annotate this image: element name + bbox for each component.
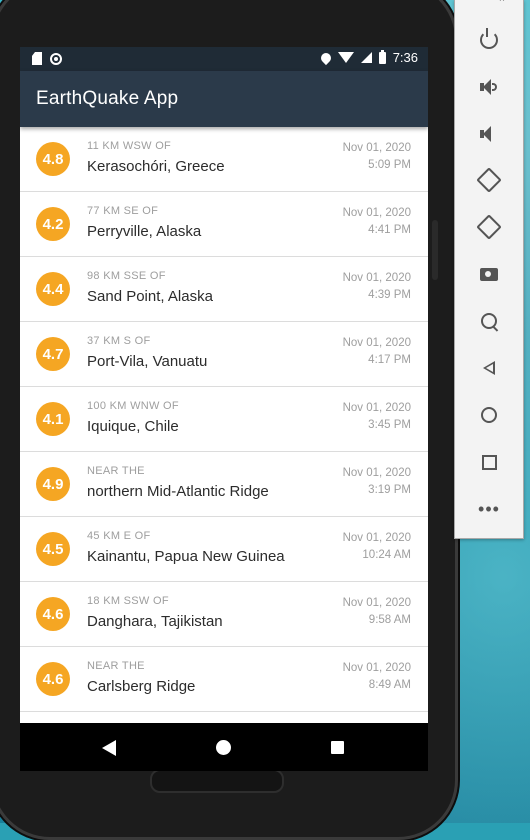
location-offset: NEAR THE bbox=[87, 660, 145, 672]
emulator-toolbar: – × ••• bbox=[454, 0, 524, 539]
side-button[interactable] bbox=[432, 220, 438, 280]
sd-card-icon bbox=[32, 52, 42, 65]
magnitude-badge: 4.2 bbox=[36, 207, 70, 241]
earthquake-row[interactable]: 4.4 98 KM SSE OF Sand Point, Alaska Nov … bbox=[20, 257, 428, 322]
recent-apps-icon[interactable] bbox=[331, 741, 344, 754]
quake-date: Nov 01, 2020 bbox=[342, 142, 411, 154]
location-name: Perryville, Alaska bbox=[87, 223, 202, 240]
location-offset: 100 KM WNW OF bbox=[87, 400, 179, 412]
location-name: Danghara, Tajikistan bbox=[87, 613, 223, 630]
quake-time: 4:17 PM bbox=[368, 354, 411, 366]
back-icon[interactable] bbox=[474, 353, 504, 383]
quake-date: Nov 01, 2020 bbox=[342, 337, 411, 349]
quake-time: 4:39 PM bbox=[368, 289, 411, 301]
quake-date: Nov 01, 2020 bbox=[342, 532, 411, 544]
quake-time: 5:09 PM bbox=[368, 159, 411, 171]
device-screen: 7:36 EarthQuake App 4.8 11 KM WSW OF Ker… bbox=[20, 47, 428, 723]
earthquake-row[interactable]: 4.6 18 KM SSW OF Danghara, Tajikistan No… bbox=[20, 582, 428, 647]
location-icon bbox=[318, 50, 333, 65]
quake-date: Nov 01, 2020 bbox=[342, 467, 411, 479]
wifi-icon bbox=[337, 52, 354, 63]
app-bar: EarthQuake App bbox=[20, 71, 428, 127]
app-title: EarthQuake App bbox=[36, 88, 179, 109]
camera-icon[interactable] bbox=[474, 259, 504, 289]
battery-icon bbox=[378, 49, 386, 64]
sync-icon bbox=[50, 52, 62, 65]
magnitude-badge: 4.6 bbox=[36, 662, 70, 696]
minimize-icon[interactable]: – bbox=[471, 0, 477, 5]
earthquake-row[interactable]: 4.7 37 KM S OF Port-Vila, Vanuatu Nov 01… bbox=[20, 322, 428, 387]
magnitude-badge: 4.1 bbox=[36, 402, 70, 436]
location-name: Kerasochóri, Greece bbox=[87, 158, 225, 175]
back-icon[interactable] bbox=[102, 740, 116, 756]
location-offset: NEAR THE bbox=[87, 465, 145, 477]
earthquake-row[interactable]: 4.9 NEAR THE northern Mid-Atlantic Ridge… bbox=[20, 452, 428, 517]
magnitude-badge: 4.7 bbox=[36, 337, 70, 371]
location-offset: 37 KM S OF bbox=[87, 335, 151, 347]
location-name: Kainantu, Papua New Guinea bbox=[87, 548, 285, 565]
rotate-right-icon[interactable] bbox=[474, 212, 504, 242]
quake-date: Nov 01, 2020 bbox=[342, 272, 411, 284]
earthquake-row[interactable]: 4.1 100 KM WNW OF Iquique, Chile Nov 01,… bbox=[20, 387, 428, 452]
close-icon[interactable]: × bbox=[499, 0, 505, 5]
location-name: Port-Vila, Vanuatu bbox=[87, 353, 208, 370]
magnitude-badge: 4.9 bbox=[36, 467, 70, 501]
power-icon[interactable] bbox=[474, 25, 504, 55]
magnitude-badge: 4.5 bbox=[36, 532, 70, 566]
status-bar: 7:36 bbox=[20, 47, 428, 71]
quake-date: Nov 01, 2020 bbox=[342, 402, 411, 414]
earthquake-row[interactable]: 4.6 NEAR THE Carlsberg Ridge Nov 01, 202… bbox=[20, 647, 428, 712]
quake-time: 9:58 AM bbox=[368, 614, 411, 626]
status-time: 7:36 bbox=[392, 50, 418, 65]
location-name: northern Mid-Atlantic Ridge bbox=[87, 483, 269, 500]
navigation-bar bbox=[20, 723, 428, 771]
home-icon[interactable] bbox=[474, 400, 504, 430]
location-offset: 98 KM SSE OF bbox=[87, 270, 166, 282]
quake-date: Nov 01, 2020 bbox=[342, 207, 411, 219]
earthquake-row[interactable]: 4.5 45 KM E OF Kainantu, Papua New Guine… bbox=[20, 517, 428, 582]
zoom-icon[interactable] bbox=[474, 306, 504, 336]
speaker-grille bbox=[150, 769, 284, 793]
magnitude-badge: 4.8 bbox=[36, 142, 70, 176]
location-name: Carlsberg Ridge bbox=[87, 678, 196, 695]
quake-time: 4:41 PM bbox=[368, 224, 411, 236]
magnitude-badge: 4.6 bbox=[36, 597, 70, 631]
earthquake-row[interactable]: 4.2 77 KM SE OF Perryville, Alaska Nov 0… bbox=[20, 192, 428, 257]
quake-time: 3:19 PM bbox=[368, 484, 411, 496]
earthquake-list[interactable]: 4.8 11 KM WSW OF Kerasochóri, Greece Nov… bbox=[20, 127, 428, 712]
location-offset: 45 KM E OF bbox=[87, 530, 151, 542]
location-offset: 77 KM SE OF bbox=[87, 205, 159, 217]
location-offset: 18 KM SSW OF bbox=[87, 595, 169, 607]
home-icon[interactable] bbox=[216, 740, 231, 755]
quake-time: 8:49 AM bbox=[368, 679, 411, 691]
rotate-left-icon[interactable] bbox=[474, 165, 504, 195]
location-name: Iquique, Chile bbox=[87, 418, 179, 435]
quake-time: 10:24 AM bbox=[362, 549, 411, 561]
quake-date: Nov 01, 2020 bbox=[342, 662, 411, 674]
volume-down-icon[interactable] bbox=[474, 119, 504, 149]
earthquake-row[interactable]: 4.8 11 KM WSW OF Kerasochóri, Greece Nov… bbox=[20, 127, 428, 192]
quake-date: Nov 01, 2020 bbox=[342, 597, 411, 609]
signal-icon bbox=[360, 52, 372, 63]
volume-up-icon[interactable] bbox=[474, 72, 504, 102]
more-icon[interactable]: ••• bbox=[474, 494, 504, 524]
magnitude-badge: 4.4 bbox=[36, 272, 70, 306]
location-name: Sand Point, Alaska bbox=[87, 288, 213, 305]
overview-icon[interactable] bbox=[474, 447, 504, 477]
quake-time: 3:45 PM bbox=[368, 419, 411, 431]
location-offset: 11 KM WSW OF bbox=[87, 140, 172, 152]
